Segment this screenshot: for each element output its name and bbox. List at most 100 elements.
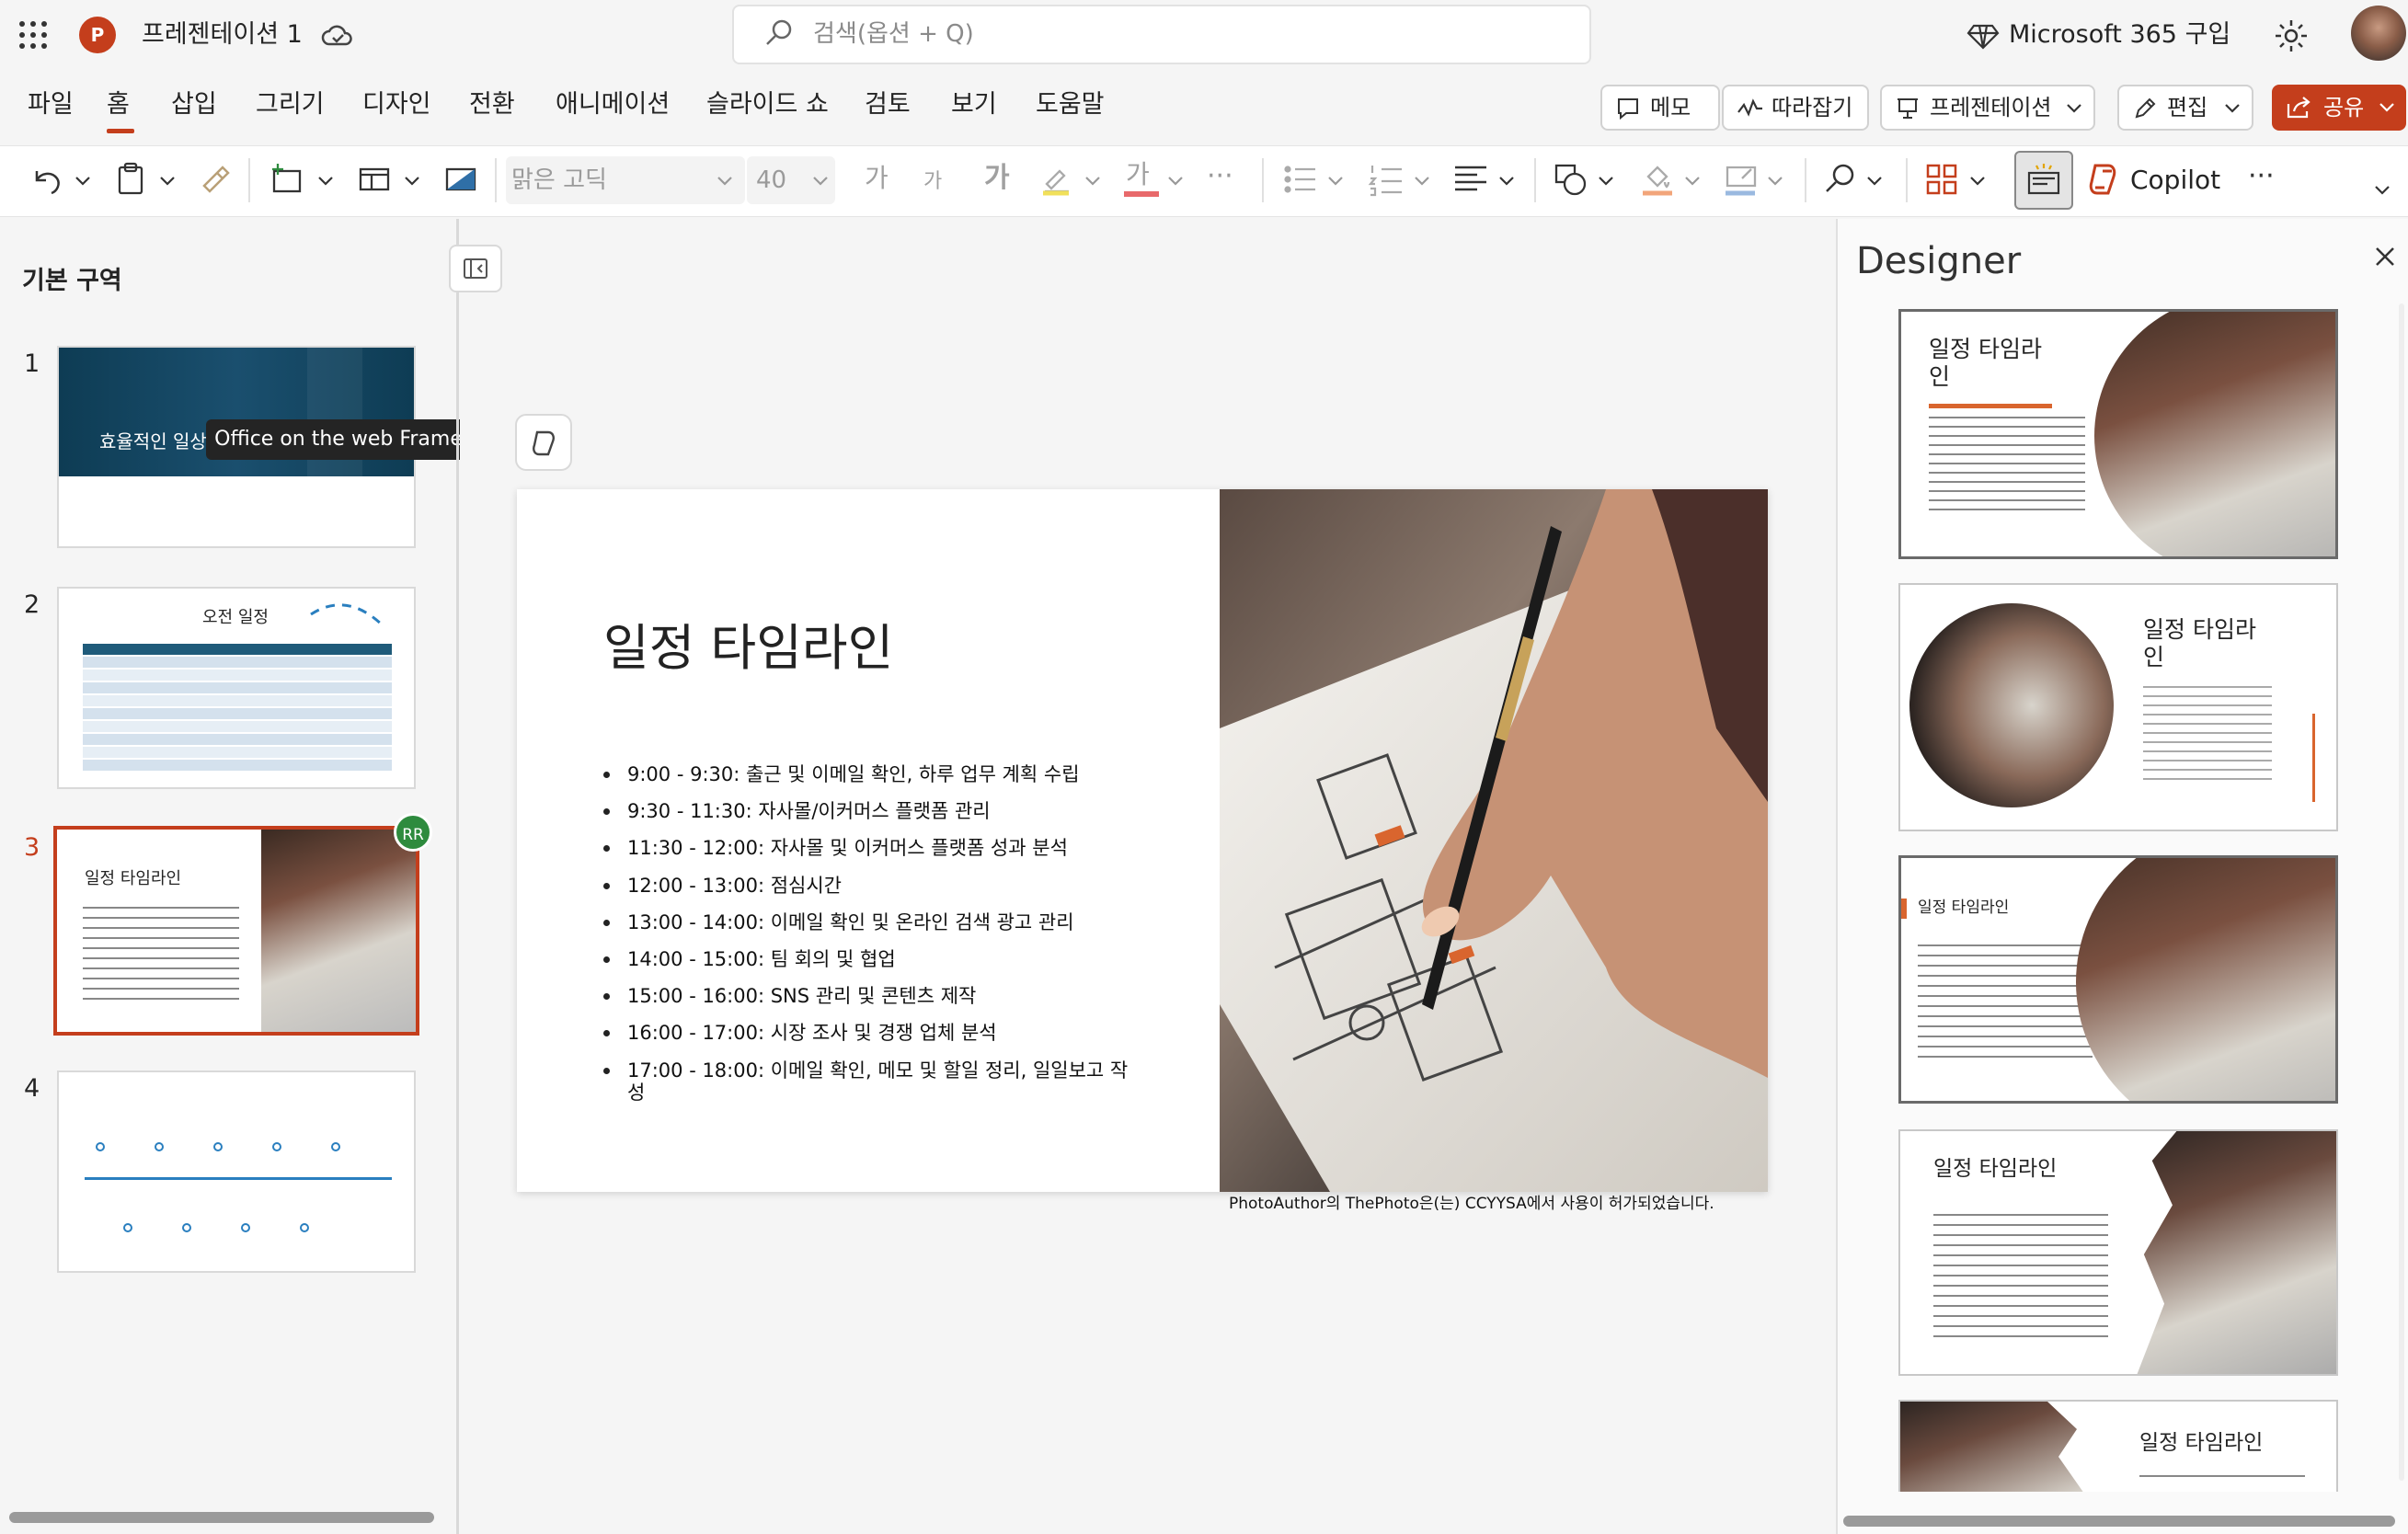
- bullet-item[interactable]: 9:00 - 9:30: 출근 및 이메일 확인, 하루 업무 계획 수립: [627, 761, 1080, 787]
- buy-m365-link[interactable]: Microsoft 365 구입: [2009, 17, 2230, 53]
- shapes-icon[interactable]: [1551, 158, 1593, 200]
- shape-fill-chevron-icon[interactable]: [1681, 170, 1703, 192]
- tab-draw[interactable]: 그리기: [256, 85, 325, 125]
- designer-horizontal-scrollbar[interactable]: [1843, 1516, 2395, 1527]
- grow-font-button[interactable]: 가: [865, 160, 889, 197]
- tab-design[interactable]: 디자인: [362, 85, 431, 125]
- bullet-item[interactable]: 17:00 - 18:00: 이메일 확인, 메모 및 할일 정리, 일일보고 …: [627, 1058, 1128, 1083]
- app-launcher-icon[interactable]: [15, 17, 52, 53]
- bullet-item-continuation[interactable]: 성: [627, 1080, 645, 1105]
- shape-outline-icon[interactable]: [1720, 158, 1762, 200]
- shape-fill-icon[interactable]: [1637, 158, 1680, 200]
- copilot-button[interactable]: Copilot: [2130, 162, 2220, 199]
- tab-insert[interactable]: 삽입: [171, 85, 217, 125]
- memo-button[interactable]: 메모: [1600, 85, 1720, 131]
- design-option-4[interactable]: 일정 타임라인: [1898, 1129, 2338, 1376]
- present-button[interactable]: 프레젠테이션: [1880, 85, 2095, 131]
- slide-thumbnail-4[interactable]: [57, 1070, 416, 1273]
- diamond-icon: [1967, 18, 2000, 52]
- bullet-item[interactable]: 11:30 - 12:00: 자사몰 및 이커머스 플랫폼 성과 분석: [627, 835, 1068, 861]
- highlight-icon[interactable]: [1036, 158, 1078, 200]
- bullet-item[interactable]: 15:00 - 16:00: SNS 관리 및 콘텐츠 제작: [627, 983, 976, 1009]
- cloud-saved-icon[interactable]: [320, 18, 355, 53]
- bullet-item[interactable]: 14:00 - 15:00: 팀 회의 및 협업: [627, 946, 896, 972]
- ribbon-expand-chevron-icon[interactable]: [2371, 179, 2393, 201]
- new-slide-icon[interactable]: [267, 158, 309, 200]
- tab-help[interactable]: 도움말: [1036, 85, 1105, 125]
- font-name-input[interactable]: 맑은 고딕: [511, 162, 607, 199]
- design-option-2[interactable]: 일정 타임라 인: [1898, 583, 2338, 831]
- slide-thumbnail-2[interactable]: 오전 일정: [57, 587, 416, 789]
- pane-splitter[interactable]: [456, 219, 459, 1534]
- numbering-icon[interactable]: [1365, 158, 1407, 200]
- font-name-chevron-icon[interactable]: [714, 170, 736, 192]
- bullets-chevron-icon[interactable]: [1324, 170, 1347, 192]
- layout-icon[interactable]: [353, 158, 396, 200]
- bullet-item[interactable]: 12:00 - 13:00: 점심시간: [627, 873, 842, 899]
- bold-button[interactable]: 가: [984, 160, 1010, 197]
- find-chevron-icon[interactable]: [1863, 170, 1886, 192]
- vertical-scrollbar[interactable]: [2399, 303, 2404, 1481]
- coauthor-badge[interactable]: RR: [394, 813, 432, 852]
- more-font-options-button[interactable]: ···: [1207, 158, 1233, 195]
- paste-icon[interactable]: [110, 158, 153, 200]
- font-size-chevron-icon[interactable]: [809, 170, 831, 192]
- align-icon[interactable]: [1450, 158, 1492, 200]
- undo-icon[interactable]: [26, 158, 68, 200]
- photo-credit-caption[interactable]: PhotoAuthor의 ThePhoto은(는) CCYYSA에서 사용이 허…: [1229, 1192, 1714, 1216]
- designer-toggle-button[interactable]: [2014, 151, 2073, 210]
- numbering-chevron-icon[interactable]: [1411, 170, 1433, 192]
- bullet-item[interactable]: 16:00 - 17:00: 시장 조사 및 경쟁 업체 분석: [627, 1020, 997, 1046]
- bullet-item[interactable]: 9:30 - 11:30: 자사몰/이커머스 플랫폼 관리: [627, 798, 991, 824]
- design-option-5[interactable]: 일정 타임라인: [1898, 1400, 2338, 1492]
- tab-view[interactable]: 보기: [951, 85, 997, 125]
- find-icon[interactable]: [1819, 158, 1862, 200]
- add-ins-icon[interactable]: [1921, 158, 1963, 200]
- new-slide-chevron-icon[interactable]: [315, 170, 337, 192]
- design-card-title: 일정 타임라인: [1918, 899, 2010, 917]
- tab-slideshow[interactable]: 슬라이드 쇼: [706, 85, 829, 125]
- document-title[interactable]: 프레젠테이션 1: [142, 17, 303, 53]
- card-bullet-lines: [1933, 1214, 2108, 1343]
- add-ins-chevron-icon[interactable]: [1967, 170, 1989, 192]
- horizontal-scrollbar[interactable]: [9, 1512, 434, 1523]
- shapes-chevron-icon[interactable]: [1595, 170, 1617, 192]
- edit-mode-button[interactable]: 편집: [2117, 85, 2253, 131]
- layout-chevron-icon[interactable]: [401, 170, 423, 192]
- ribbon-overflow-button[interactable]: ···: [2248, 158, 2275, 195]
- shrink-font-button[interactable]: 가: [923, 166, 942, 199]
- copilot-icon[interactable]: [2082, 158, 2125, 200]
- slide-title[interactable]: 일정 타임라인: [603, 616, 893, 681]
- design-option-3[interactable]: 일정 타임라인: [1898, 855, 2338, 1104]
- share-button[interactable]: 공유: [2272, 85, 2406, 131]
- bullet-item[interactable]: 13:00 - 14:00: 이메일 확인 및 온라인 검색 광고 관리: [627, 910, 1074, 935]
- align-chevron-icon[interactable]: [1496, 170, 1518, 192]
- card-photo: [2094, 312, 2335, 556]
- design-option-1[interactable]: 일정 타임라 인: [1898, 309, 2338, 559]
- undo-dropdown-chevron-icon[interactable]: [72, 170, 94, 192]
- search-input[interactable]: 검색(옵션 + Q): [813, 17, 974, 52]
- tab-animations[interactable]: 애니메이션: [556, 85, 670, 125]
- shape-outline-chevron-icon[interactable]: [1764, 170, 1786, 192]
- bullets-icon[interactable]: [1279, 158, 1321, 200]
- section-title[interactable]: 기본 구역: [22, 263, 122, 300]
- font-size-input[interactable]: 40: [756, 162, 786, 199]
- slide-photo[interactable]: [1220, 489, 1768, 1192]
- font-color-button[interactable]: 가: [1126, 156, 1150, 193]
- slide-thumbnail-3-selected[interactable]: 일정 타임라인: [53, 826, 419, 1036]
- background-icon[interactable]: [440, 158, 482, 200]
- highlight-chevron-icon[interactable]: [1082, 170, 1104, 192]
- tab-transitions[interactable]: 전환: [469, 85, 515, 125]
- format-painter-icon[interactable]: [195, 158, 237, 200]
- catch-up-button[interactable]: 따라잡기: [1722, 85, 1869, 131]
- tab-file[interactable]: 파일: [28, 85, 74, 125]
- user-avatar[interactable]: [2351, 6, 2406, 61]
- font-color-chevron-icon[interactable]: [1164, 170, 1187, 192]
- collapse-pane-button[interactable]: [449, 245, 502, 292]
- copilot-floating-button[interactable]: [515, 414, 572, 471]
- settings-gear-icon[interactable]: [2272, 17, 2311, 55]
- paste-dropdown-chevron-icon[interactable]: [156, 170, 178, 192]
- tab-home[interactable]: 홈: [107, 85, 130, 125]
- tab-review[interactable]: 검토: [865, 85, 911, 125]
- close-icon[interactable]: [2369, 241, 2401, 272]
